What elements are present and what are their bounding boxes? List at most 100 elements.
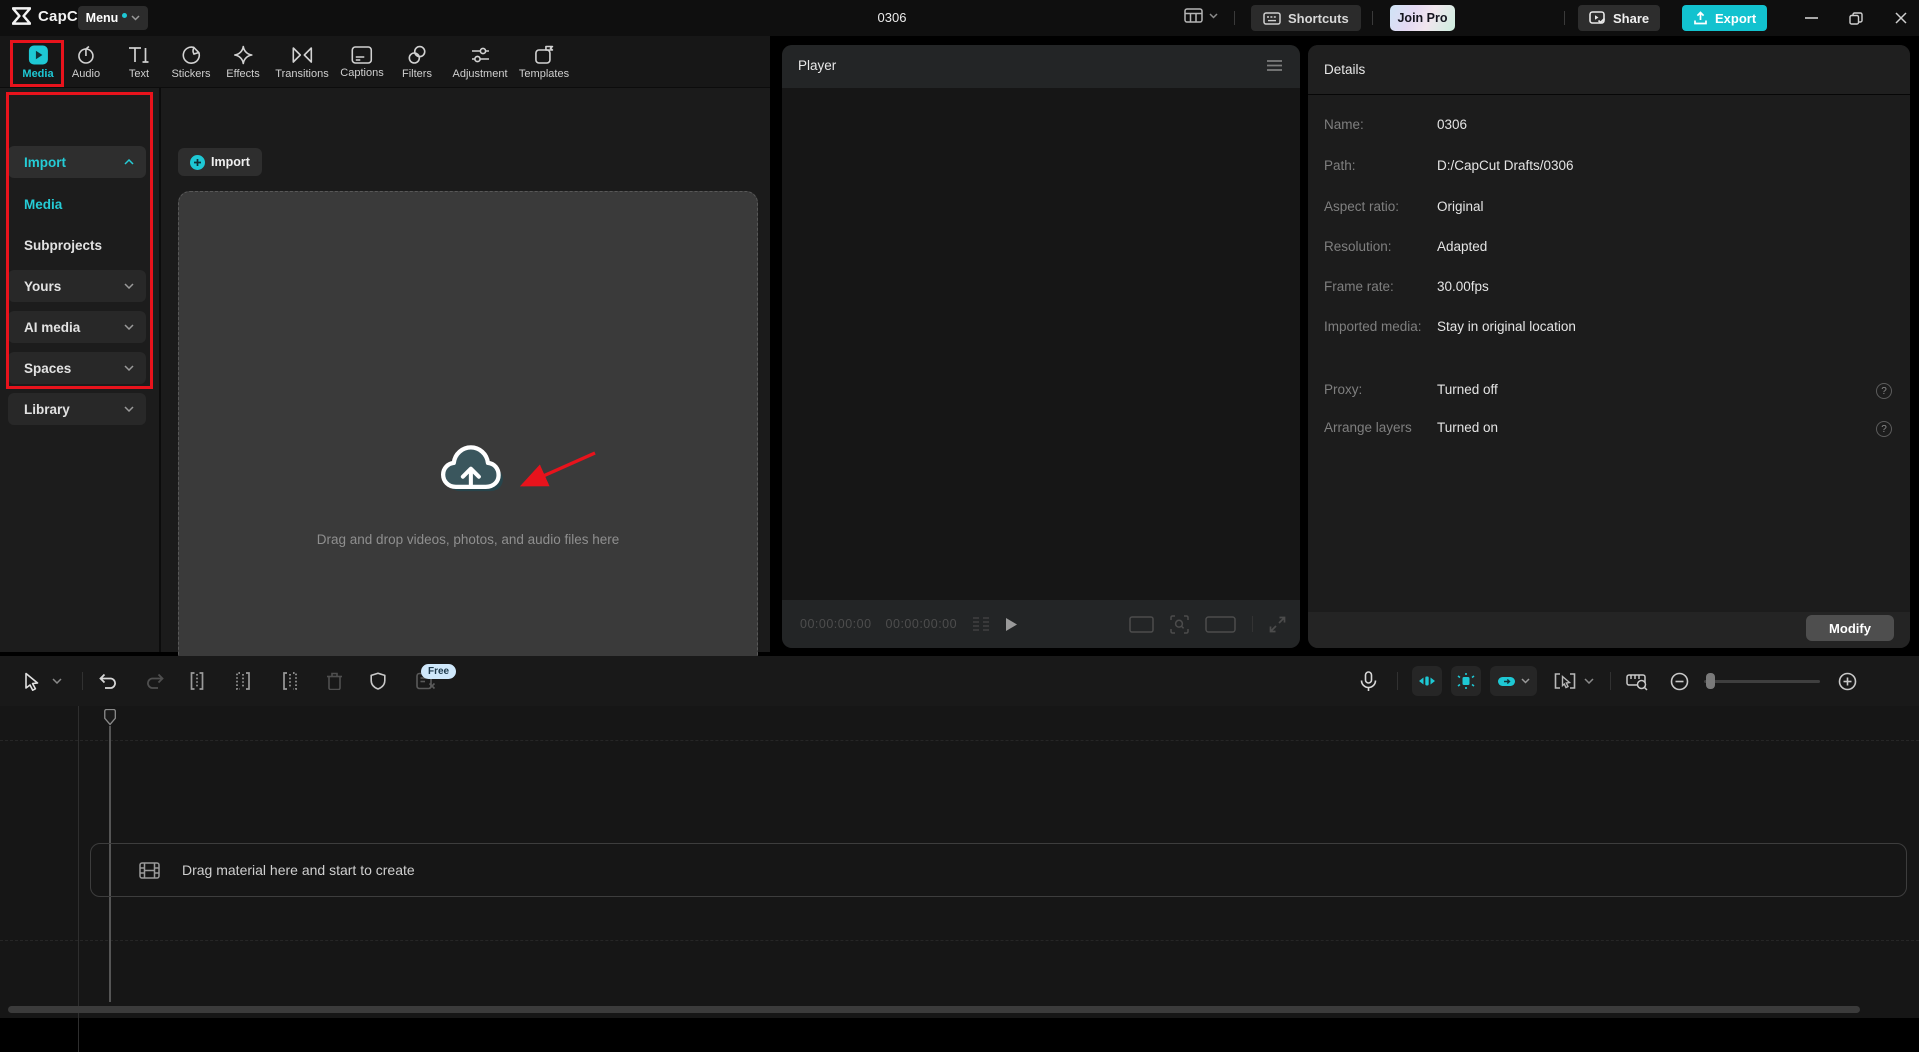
detail-row-frame-rate: Frame rate: 30.00fps [1324, 279, 1902, 299]
tab-media[interactable]: Media [22, 36, 53, 88]
chevron-down-icon [124, 406, 134, 412]
tab-text[interactable]: Text [128, 36, 150, 88]
play-icon[interactable] [1005, 617, 1018, 632]
media-dropzone[interactable]: Drag and drop videos, photos, and audio … [178, 191, 758, 681]
delete-button[interactable] [326, 656, 343, 706]
join-pro-button[interactable]: Join Pro [1390, 5, 1455, 31]
zoom-in-icon [1838, 672, 1857, 691]
track-guide-line [0, 940, 1919, 941]
timeline-dropzone[interactable]: Drag material here and start to create [90, 843, 1907, 897]
duration-timecode: 00:00:00:00 [886, 617, 958, 631]
sidebar-item-subprojects[interactable]: Subprojects [8, 229, 146, 261]
keyboard-icon [1263, 12, 1281, 25]
record-voiceover-button[interactable] [1360, 656, 1377, 706]
microphone-icon [1360, 671, 1377, 692]
trash-icon [326, 672, 343, 690]
audio-icon [76, 45, 96, 65]
undo-button[interactable] [98, 656, 118, 706]
share-icon [1589, 11, 1606, 25]
cursor-icon [24, 672, 41, 691]
select-tool-dropdown[interactable] [52, 656, 62, 706]
split-left-button[interactable] [234, 656, 252, 706]
undo-icon [98, 673, 118, 690]
chevron-down-icon [1584, 678, 1594, 684]
sidebar-item-ai-media[interactable]: AI media [8, 311, 146, 343]
transitions-icon [291, 45, 313, 65]
aspect-ratio-icon[interactable] [1129, 616, 1154, 633]
track-select-mode-button[interactable] [1554, 656, 1576, 706]
divider [82, 672, 83, 690]
sidebar-item-import[interactable]: Import [8, 146, 146, 178]
close-button[interactable] [1888, 8, 1914, 28]
text-icon [128, 45, 150, 65]
menu-button[interactable]: Menu [78, 6, 148, 30]
sidebar-item-media[interactable]: Media [8, 188, 146, 220]
player-title: Player [798, 58, 836, 73]
export-icon [1693, 11, 1708, 26]
shortcuts-button[interactable]: Shortcuts [1251, 5, 1361, 31]
filters-icon [407, 45, 427, 65]
split-button[interactable] [188, 656, 206, 706]
player-menu-button[interactable] [1267, 60, 1282, 71]
fullscreen-icon[interactable] [1269, 616, 1286, 633]
redo-button[interactable] [145, 656, 165, 706]
chevron-down-icon [1521, 678, 1530, 684]
tab-transitions[interactable]: Transitions [275, 36, 328, 88]
auto-ripple-toggle[interactable] [1451, 666, 1481, 696]
tab-audio[interactable]: Audio [72, 36, 100, 88]
sidebar-item-spaces[interactable]: Spaces [8, 352, 146, 384]
detail-row-proxy: Proxy: Turned off ? [1324, 382, 1902, 402]
detail-row-name: Name: 0306 [1324, 117, 1902, 137]
split-icon [188, 672, 206, 690]
menu-notification-dot [122, 13, 127, 18]
chevron-down-icon [124, 324, 134, 330]
tab-templates[interactable]: Templates [519, 36, 569, 88]
redo-icon [145, 673, 165, 690]
playhead-marker[interactable] [102, 709, 118, 727]
zoom-out-button[interactable] [1670, 656, 1689, 706]
minimize-button[interactable] [1798, 8, 1824, 28]
sidebar-item-yours[interactable]: Yours [8, 270, 146, 302]
import-button[interactable]: Import [178, 148, 262, 176]
chevron-up-icon [124, 159, 134, 165]
divider [1372, 11, 1373, 25]
maximize-button[interactable] [1843, 8, 1869, 28]
detail-row-path: Path: D:/CapCut Drafts/0306 [1324, 158, 1902, 178]
tab-filters[interactable]: Filters [402, 36, 432, 88]
zoom-fit-icon[interactable] [1170, 615, 1189, 634]
preview-axis-button[interactable] [1626, 656, 1649, 706]
media-sidebar: Import Media Subprojects Yours AI media … [0, 88, 159, 652]
main-track-magnet-toggle[interactable] [1412, 666, 1442, 696]
sidebar-item-library[interactable]: Library [8, 393, 146, 425]
export-button[interactable]: Export [1682, 5, 1767, 31]
media-library-section: Media Audio Text Stickers Effects Transi… [0, 36, 770, 652]
cloud-upload-icon [441, 444, 505, 502]
horizontal-scrollbar[interactable] [8, 1006, 1860, 1013]
tab-stickers[interactable]: Stickers [171, 36, 210, 88]
resolution-icon[interactable] [1205, 616, 1236, 633]
timeline-section: Free [0, 656, 1919, 1018]
timeline-zoom-slider-handle[interactable] [1706, 673, 1715, 689]
share-button[interactable]: Share [1578, 5, 1660, 31]
maximize-icon [1849, 12, 1863, 25]
help-icon[interactable]: ? [1876, 421, 1892, 437]
modify-button[interactable]: Modify [1806, 615, 1894, 641]
frame-view-icon[interactable] [971, 616, 991, 632]
divider [1397, 672, 1398, 690]
track-select-dropdown[interactable] [1584, 656, 1594, 706]
tab-effects[interactable]: Effects [226, 36, 259, 88]
layout-switch-button[interactable] [1184, 8, 1218, 23]
split-right-button[interactable] [281, 656, 299, 706]
timeline-zoom-slider[interactable] [1704, 680, 1820, 683]
timeline-drop-hint: Drag material here and start to create [182, 862, 415, 878]
stickers-icon [181, 45, 201, 65]
zoom-in-button[interactable] [1838, 656, 1857, 706]
link-preview-toggle[interactable] [1490, 666, 1537, 696]
help-icon[interactable]: ? [1876, 383, 1892, 399]
cover-button[interactable] [370, 656, 386, 706]
dropzone-hint-text: Drag and drop videos, photos, and audio … [317, 532, 619, 547]
tab-adjustment[interactable]: Adjustment [452, 36, 507, 88]
chevron-down-icon [52, 678, 62, 684]
tab-captions[interactable]: Captions [340, 36, 383, 88]
select-tool-button[interactable] [24, 656, 41, 706]
